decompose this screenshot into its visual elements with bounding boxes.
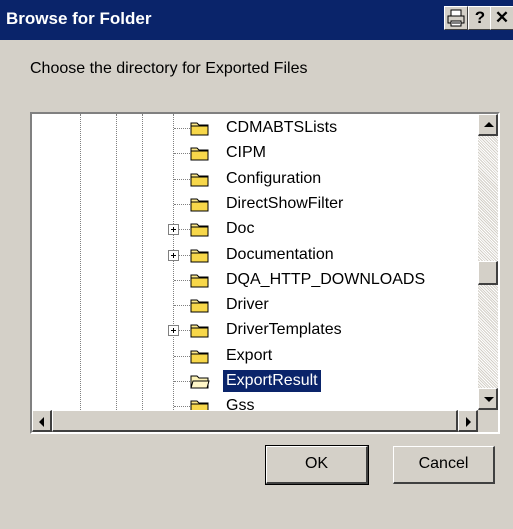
- expand-plus-icon[interactable]: [168, 249, 179, 261]
- tree-connector-line: [174, 128, 190, 129]
- tree-item-label[interactable]: DriverTemplates: [223, 319, 345, 341]
- tree-item-label[interactable]: Export: [223, 345, 275, 367]
- tree-item-label[interactable]: ExportResult: [222, 369, 322, 393]
- tree-item[interactable]: Documentation: [32, 244, 478, 268]
- arrow-left-icon: [39, 417, 44, 427]
- tree-item-label[interactable]: CDMABTSLists: [223, 117, 340, 139]
- tree-connector-line: [174, 279, 190, 281]
- folder-icon: [190, 173, 209, 187]
- ok-button[interactable]: OK: [265, 445, 369, 485]
- scrollbar-corner: [478, 410, 498, 432]
- folder-icon: [190, 147, 209, 161]
- tree-item[interactable]: CDMABTSLists: [32, 117, 478, 141]
- arrow-down-icon: [484, 397, 494, 402]
- tree-connector-line: [174, 381, 190, 382]
- help-icon: ?: [474, 8, 486, 27]
- folder-icon: [190, 350, 209, 364]
- tree-connector-line: [174, 178, 190, 180]
- folder-icon: [190, 122, 209, 136]
- title-bar[interactable]: Browse for Folder ? ✕: [0, 0, 513, 40]
- folder-icon: [190, 400, 209, 410]
- tree-item[interactable]: Gss: [32, 395, 478, 410]
- folder-icon: [190, 299, 209, 313]
- window-title: Browse for Folder: [6, 9, 152, 28]
- scroll-down-button[interactable]: [478, 388, 498, 410]
- tree-item-label[interactable]: Gss: [223, 395, 257, 410]
- arrow-right-icon: [466, 417, 471, 427]
- tree-item[interactable]: DriverTemplates: [32, 319, 478, 343]
- tree-item-label[interactable]: DQA_HTTP_DOWNLOADS: [223, 269, 428, 291]
- folder-icon: [190, 375, 210, 389]
- scroll-right-button[interactable]: [458, 410, 478, 432]
- folder-icon: [190, 223, 209, 237]
- print-button[interactable]: [444, 6, 468, 30]
- expand-plus-icon[interactable]: [168, 224, 179, 236]
- folder-icon: [190, 198, 209, 212]
- tree-item-label[interactable]: Driver: [223, 294, 272, 316]
- tree-item-label[interactable]: DirectShowFilter: [223, 193, 346, 215]
- tree-item[interactable]: DirectShowFilter: [32, 193, 478, 217]
- close-button[interactable]: ✕: [490, 6, 513, 30]
- tree-item[interactable]: Export: [32, 345, 478, 369]
- tree-item-label[interactable]: Documentation: [223, 244, 337, 266]
- expand-plus-icon[interactable]: [168, 325, 179, 337]
- folder-icon: [190, 274, 209, 288]
- tree-connector-line: [174, 355, 190, 357]
- help-button[interactable]: ?: [468, 6, 492, 30]
- close-icon: ✕: [494, 8, 510, 27]
- folder-icon: [190, 324, 209, 338]
- tree-item[interactable]: DQA_HTTP_DOWNLOADS: [32, 269, 478, 293]
- folder-icon: [190, 249, 209, 262]
- browse-for-folder-dialog: Browse for Folder ? ✕ Choose the directo…: [0, 0, 513, 529]
- tree-item[interactable]: CIPM: [32, 142, 478, 166]
- tree-item[interactable]: Doc: [32, 218, 478, 242]
- tree-connector-line: [174, 203, 190, 205]
- horizontal-scrollbar[interactable]: [32, 410, 478, 432]
- tree-item[interactable]: ExportResult: [32, 369, 478, 394]
- vertical-scrollbar[interactable]: [478, 114, 498, 410]
- folder-tree-view[interactable]: CDMABTSLists CIPM Configuration DirectShowF…: [30, 112, 500, 434]
- vertical-scroll-thumb[interactable]: [478, 261, 498, 286]
- scroll-up-button[interactable]: [478, 114, 498, 136]
- tree-item-label[interactable]: Configuration: [223, 168, 324, 190]
- tree-item-label[interactable]: CIPM: [223, 142, 269, 164]
- horizontal-scroll-thumb[interactable]: [52, 410, 458, 432]
- tree-item[interactable]: Driver: [32, 294, 478, 318]
- instruction-text: Choose the directory for Exported Files: [30, 60, 308, 77]
- tree-connector-line: [174, 406, 190, 408]
- print-icon: [447, 9, 465, 27]
- cancel-button[interactable]: Cancel: [393, 446, 495, 484]
- tree-item[interactable]: Configuration: [32, 168, 478, 192]
- tree-item-label[interactable]: Doc: [223, 218, 257, 240]
- tree-connector-line: [174, 305, 190, 307]
- arrow-up-icon: [484, 122, 494, 127]
- scroll-left-button[interactable]: [32, 410, 52, 432]
- folder-tree-list[interactable]: CDMABTSLists CIPM Configuration DirectShowF…: [32, 114, 478, 410]
- tree-connector-line: [174, 153, 190, 155]
